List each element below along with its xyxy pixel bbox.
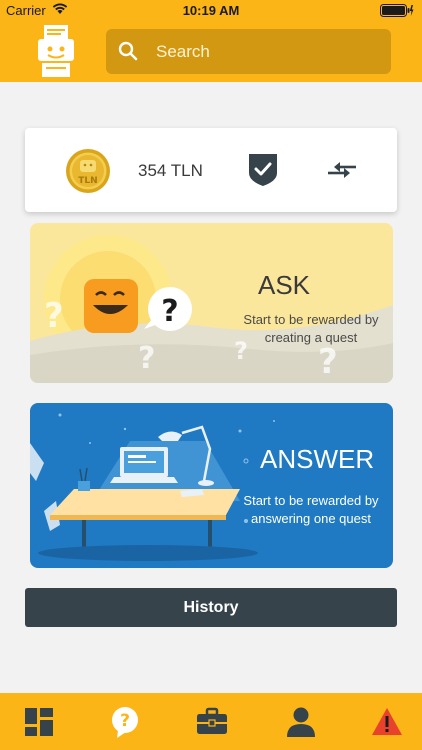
user-icon[interactable]	[284, 705, 318, 739]
dashboard-icon[interactable]	[22, 705, 56, 739]
svg-text:?: ?	[120, 711, 130, 731]
coin-icon: TLN	[66, 149, 110, 193]
warning-icon[interactable]	[370, 705, 404, 739]
wallet-card: TLN 354 TLN	[25, 128, 397, 212]
status-bar: Carrier 10:19 AM	[0, 0, 422, 22]
answer-title: ANSWER	[260, 444, 375, 474]
svg-text:?: ?	[161, 294, 178, 329]
answer-subtitle: Start to be rewarded by answering one qu…	[243, 493, 379, 526]
svg-text:?: ?	[44, 296, 64, 336]
history-button[interactable]: History	[25, 588, 397, 627]
coin-label: TLN	[78, 176, 97, 186]
shield-check-icon[interactable]	[248, 153, 278, 187]
tab-bar: ?	[0, 693, 422, 750]
briefcase-icon[interactable]	[195, 705, 229, 739]
svg-text:?: ?	[318, 342, 338, 382]
answer-illustration	[30, 413, 275, 561]
ask-title: ASK	[258, 270, 311, 300]
swap-arrows-icon[interactable]	[326, 158, 358, 182]
search-bar[interactable]: Search	[106, 29, 391, 74]
clock: 10:19 AM	[182, 3, 240, 18]
token-balance: 354 TLN	[138, 161, 203, 180]
svg-text:?: ?	[138, 341, 155, 376]
search-icon	[118, 41, 138, 61]
ask-subtitle: Start to be rewarded by creating a quest	[243, 312, 379, 345]
ask-card[interactable]: ? ? ? ? ?	[30, 223, 393, 383]
battery-icon	[380, 4, 414, 17]
printer-robot-icon[interactable]	[36, 25, 76, 77]
answer-card[interactable]	[30, 403, 393, 568]
search-input[interactable]: Search	[156, 42, 210, 62]
ask-illustration: ? ? ? ? ?	[30, 235, 393, 383]
app-header: Search	[0, 22, 422, 82]
question-bubble-icon[interactable]: ?	[108, 705, 142, 739]
